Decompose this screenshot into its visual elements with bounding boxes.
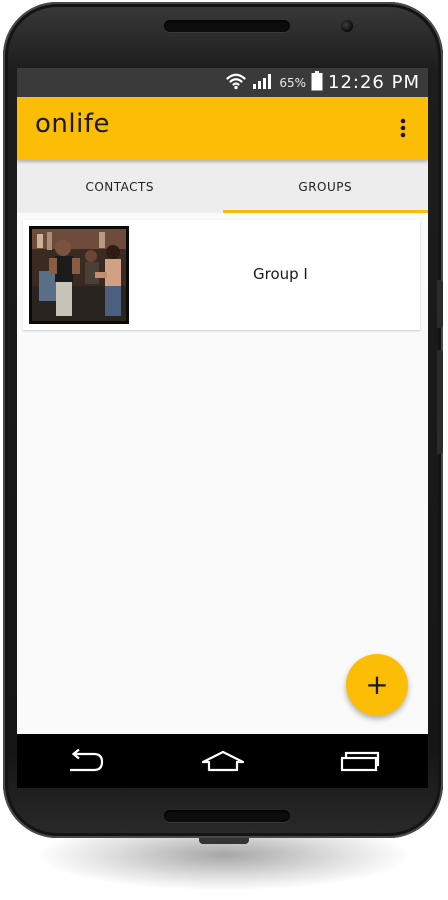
add-icon: +: [365, 668, 389, 701]
tab-groups[interactable]: GROUPS: [222, 160, 429, 213]
home-icon[interactable]: [193, 741, 253, 781]
app-screen: 65% 12:26 PM onlife CONTACTS GROUPS Grou…: [17, 68, 428, 788]
battery-icon: [311, 70, 323, 95]
signal-icon: [252, 72, 274, 94]
front-camera: [341, 20, 353, 32]
volume-button: [437, 280, 443, 328]
back-icon[interactable]: [56, 741, 116, 781]
usb-connector: [199, 838, 249, 844]
clock: 12:26 PM: [328, 72, 420, 93]
tab-contacts[interactable]: CONTACTS: [17, 160, 223, 213]
power-button: [437, 350, 443, 454]
tab-bar: CONTACTS GROUPS: [17, 160, 428, 213]
status-bar: 65% 12:26 PM: [17, 68, 428, 97]
earpiece-speaker: [164, 20, 290, 32]
wifi-icon: [225, 72, 247, 94]
bottom-speaker: [164, 810, 290, 822]
group-name: Group I: [253, 265, 308, 283]
app-bar: onlife: [17, 97, 428, 160]
device-stage: 65% 12:26 PM onlife CONTACTS GROUPS Grou…: [0, 0, 448, 900]
add-group-button[interactable]: +: [346, 654, 408, 716]
group-list: Group I: [23, 220, 420, 330]
app-title: onlife: [35, 109, 110, 139]
navigation-bar: [17, 734, 428, 788]
more-vert-icon[interactable]: [388, 113, 418, 143]
group-thumbnail: [29, 226, 129, 324]
recents-icon[interactable]: [330, 741, 390, 781]
status-icons: 65% 12:26 PM: [225, 68, 420, 97]
list-item[interactable]: Group I: [23, 220, 420, 330]
battery-percent: 65%: [279, 75, 307, 90]
